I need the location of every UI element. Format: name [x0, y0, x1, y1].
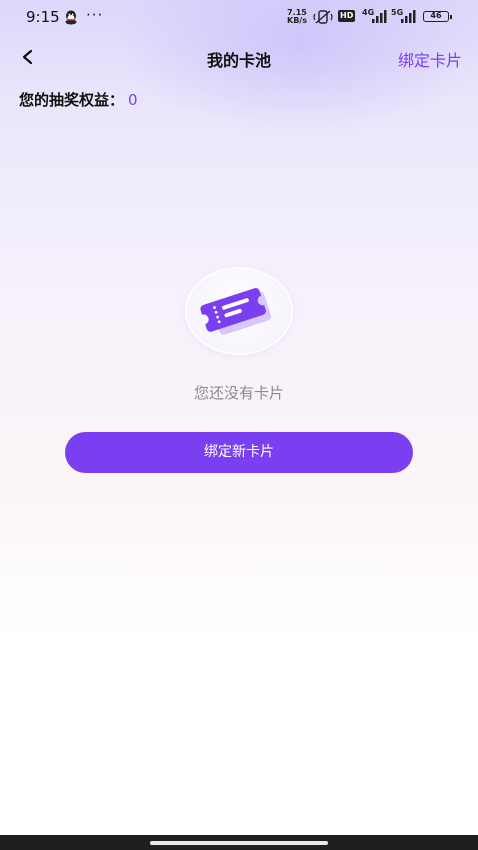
lottery-rights: 您的抽奖权益： 0 [19, 89, 138, 110]
page-background [0, 0, 478, 850]
lottery-rights-value: 0 [128, 91, 138, 109]
lottery-rights-label: 您的抽奖权益： [19, 91, 125, 109]
network-speed-unit: KB/s [287, 16, 307, 25]
ticket-icon [200, 288, 272, 335]
empty-state-text: 您还没有卡片 [193, 384, 284, 402]
bind-card-link[interactable]: 绑定卡片 [398, 47, 462, 71]
status-more-dots: ··· [86, 6, 104, 24]
status-time: 9:15 [26, 8, 60, 26]
battery-level: 46 [430, 11, 442, 20]
battery-icon: 46 [423, 11, 449, 22]
status-bar: 9:15 ··· 7.15 KB/s HD 4G 5G 46 [0, 0, 478, 36]
nav-bar: 我的卡池 绑定卡片 [0, 38, 478, 78]
hd-badge: HD [338, 10, 356, 22]
network-speed: 7.15 KB/s [287, 9, 307, 25]
signal-icon [372, 10, 387, 23]
mute-vibrate-icon [313, 10, 333, 24]
bind-new-card-button[interactable]: 绑定新卡片 [65, 432, 413, 473]
chevron-left-icon [22, 49, 33, 65]
signal-icon [401, 10, 416, 23]
battery-tip [450, 15, 452, 19]
qq-icon [65, 10, 77, 25]
back-button[interactable] [14, 42, 44, 72]
home-gesture-handle[interactable] [150, 841, 328, 845]
